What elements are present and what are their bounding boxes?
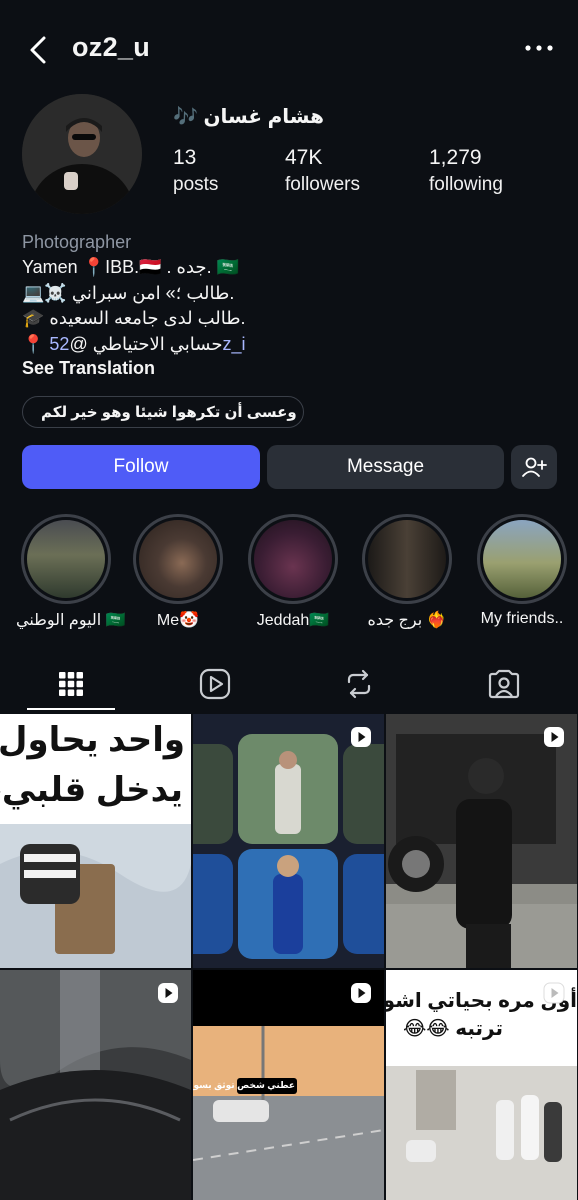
highlight-ring: [477, 514, 567, 604]
profile-category: Photographer: [22, 232, 132, 252]
highlight-ring: [362, 514, 452, 604]
bio-line-with-mention: 📍 حسابي الاحتياطي @52z_i: [22, 334, 562, 360]
highlight-cover: [254, 520, 332, 598]
reel-indicator-icon: [543, 982, 565, 1004]
post-tile[interactable]: أول مره بحياتي اشوف طير ترتبه 😂😂: [386, 970, 577, 1200]
reel-indicator-icon: [544, 727, 564, 747]
highlight-national-day[interactable]: اليوم الوطني 🇸🇦: [16, 514, 126, 630]
bio-line: 🎓 طالب لدى جامعه السعيده.: [22, 308, 246, 328]
highlight-label: Me🤡: [156, 612, 200, 629]
highlight-cover: [139, 520, 217, 598]
highlight-label: برج جده ❤️‍🔥: [367, 612, 447, 629]
back-arrow-icon[interactable]: [24, 30, 54, 70]
stat-value: 1,279: [429, 146, 482, 169]
bio-line: 💻☠️ طالب ؛» امن سبراني.: [22, 282, 235, 303]
post-thumbnail: [193, 714, 384, 968]
post-tile[interactable]: [386, 714, 577, 968]
followers-count[interactable]: 47K followers: [285, 146, 360, 196]
reel-indicator-icon: [351, 727, 371, 747]
tab-reposts[interactable]: [311, 656, 407, 712]
top-bar: oz2_u: [0, 0, 578, 100]
stat-value: 47K: [285, 146, 323, 169]
post-caption-text: عطني شخص توثق بسواقت؟: [193, 1080, 295, 1090]
profile-tabs: [0, 656, 578, 712]
highlight-label: اليوم الوطني 🇸🇦: [16, 612, 126, 629]
profile-note[interactable]: وعسى أن تكرهوا شيئا وهو خير لكم: [22, 396, 304, 428]
display-name: هشام غسان 🎶: [173, 106, 324, 128]
highlight-my-friends[interactable]: My friends..: [472, 514, 572, 628]
post-tile[interactable]: عطني شخص توثق بسواقت؟: [193, 970, 384, 1200]
stat-label: following: [429, 174, 503, 195]
follow-button[interactable]: Follow: [22, 445, 260, 489]
post-tile[interactable]: واحد يحاول يدخل قلبي😂: [0, 714, 191, 968]
profile-username: oz2_u: [72, 32, 151, 62]
post-tile[interactable]: [0, 970, 191, 1200]
stat-value: 13: [173, 146, 197, 169]
tab-posts-grid[interactable]: [23, 656, 119, 712]
profile-bio: Photographer Yamen 📍IBB.🇾🇪 . جده. 🇸🇦 💻☠️…: [22, 232, 562, 359]
highlight-cover: [27, 520, 105, 598]
grid-icon: [59, 672, 83, 696]
more-options-icon[interactable]: [522, 36, 556, 60]
highlight-ring: [21, 514, 111, 604]
highlight-label: Jeddah🇸🇦: [256, 612, 330, 629]
highlight-jeddah-tower[interactable]: برج جده ❤️‍🔥: [357, 514, 457, 630]
post-thumbnail: [386, 714, 577, 968]
reel-indicator-icon: [158, 983, 178, 1003]
post-overlay-text: واحد يحاول: [0, 721, 185, 759]
tab-tagged[interactable]: [456, 656, 552, 712]
tab-reels[interactable]: [167, 656, 263, 712]
post-tile[interactable]: [193, 714, 384, 968]
repost-icon: [347, 669, 371, 699]
reels-play-icon: [199, 668, 231, 700]
message-button[interactable]: Message: [267, 445, 504, 489]
see-translation-link[interactable]: See Translation: [22, 358, 155, 379]
profile-avatar[interactable]: [22, 94, 142, 214]
highlight-cover: [483, 520, 561, 598]
tagged-person-icon: [488, 669, 520, 699]
highlight-ring: [133, 514, 223, 604]
bio-line: Yamen 📍IBB.🇾🇪 . جده. 🇸🇦: [22, 257, 239, 277]
active-tab-indicator: [27, 708, 115, 710]
highlight-jeddah[interactable]: Jeddah🇸🇦: [243, 514, 343, 630]
stat-label: posts: [173, 174, 219, 195]
stat-label: followers: [285, 174, 360, 195]
post-thumbnail: [0, 970, 191, 1200]
suggested-users-button[interactable]: [511, 445, 557, 489]
posts-count[interactable]: 13 posts: [173, 146, 218, 196]
note-text: وعسى أن تكرهوا شيئا وهو خير لكم: [41, 404, 297, 421]
following-count[interactable]: 1,279 following: [429, 146, 503, 196]
highlight-me[interactable]: Me🤡: [128, 514, 228, 630]
reel-indicator-icon: [351, 983, 371, 1003]
avatar-photo: [22, 94, 142, 214]
highlight-ring: [248, 514, 338, 604]
post-overlay-text: يدخل قلبي😂: [0, 771, 183, 809]
post-overlay-text: ترتبه 😂😂: [402, 1018, 503, 1040]
highlight-cover: [368, 520, 446, 598]
add-person-icon: [522, 457, 547, 477]
highlight-label: My friends..: [480, 610, 564, 627]
